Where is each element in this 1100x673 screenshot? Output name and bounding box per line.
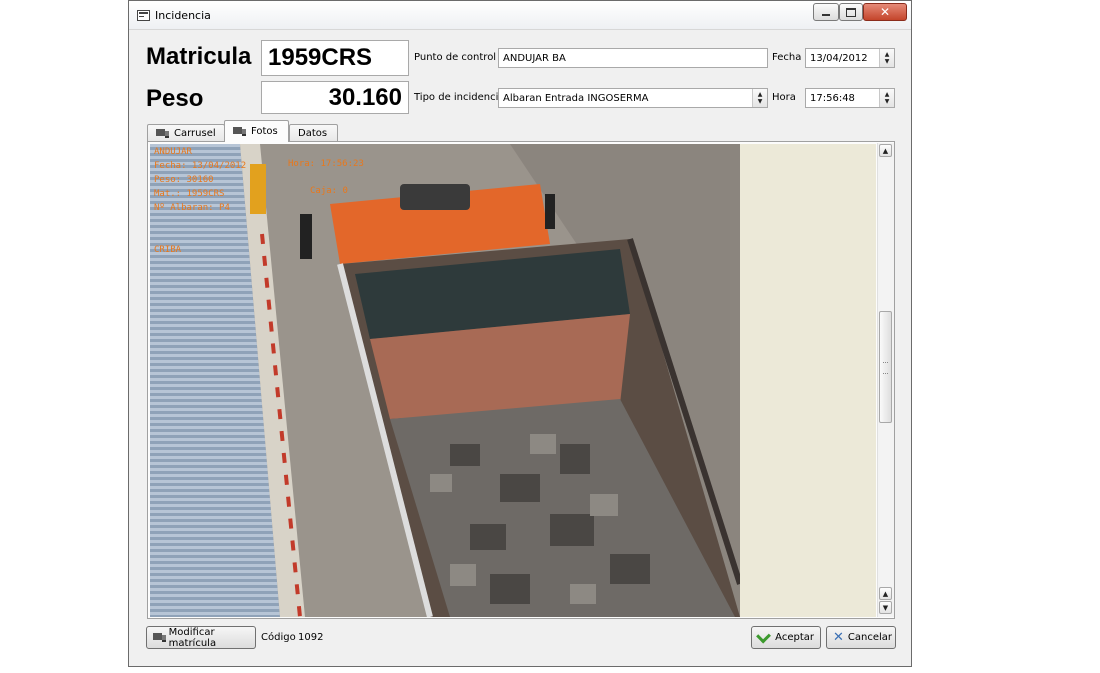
scroll-thumb[interactable] <box>879 311 892 423</box>
tipo-incidencia-value: Albaran Entrada INGOSERMA <box>503 92 649 104</box>
tab-carrusel[interactable]: Carrusel <box>147 124 225 142</box>
cancel-x-icon: ✕ <box>833 630 844 645</box>
tab-label: Fotos <box>251 126 278 137</box>
close-button[interactable]: ✕ <box>863 3 907 21</box>
truck-icon <box>153 632 166 643</box>
tipo-incidencia-label: Tipo de incidencia <box>414 92 505 103</box>
aceptar-label: Aceptar <box>775 632 814 643</box>
scroll-up-arrow-icon[interactable]: ▲ <box>879 587 892 600</box>
check-icon <box>756 628 772 643</box>
modificar-matricula-label: Modificar matrícula <box>168 626 217 649</box>
spinner-arrows-icon[interactable]: ▲ ▼ <box>879 89 894 107</box>
spinner-arrows-icon[interactable]: ▲ ▼ <box>879 49 894 67</box>
matricula-input[interactable]: 1959CRS <box>261 40 409 76</box>
hora-input[interactable]: 17:56:48 ▲ ▼ <box>805 88 895 108</box>
hora-value: 17:56:48 <box>810 92 855 104</box>
minimize-icon <box>822 14 830 16</box>
tab-label: Carrusel <box>174 128 216 139</box>
grip-icon <box>883 362 888 374</box>
close-icon: ✕ <box>879 5 891 19</box>
punto-control-input[interactable]: ANDUJAR BA <box>498 48 768 68</box>
cancelar-button[interactable]: ✕ Cancelar <box>826 626 896 649</box>
scroll-down-arrow-icon[interactable]: ▼ <box>879 601 892 614</box>
photo-overlay-hora: Hora: 17:56:23 <box>288 159 364 169</box>
vertical-scrollbar[interactable]: ▲ ▲ ▼ <box>877 143 894 617</box>
fecha-input[interactable]: 13/04/2012 ▲ ▼ <box>805 48 895 68</box>
peso-input[interactable]: 30.160 <box>261 81 409 114</box>
hora-label: Hora <box>772 92 796 103</box>
photo-overlay-caja: Caja: 0 <box>310 186 348 196</box>
tab-fotos[interactable]: Fotos <box>224 120 289 142</box>
punto-control-label: Punto de control <box>414 52 497 63</box>
truck-icon <box>156 128 170 139</box>
app-form-icon <box>137 10 150 21</box>
tipo-incidencia-select[interactable]: Albaran Entrada INGOSERMA ▲ ▼ <box>498 88 768 108</box>
fotos-panel: ANDUJAR Fecha: 13/04/2012 Peso: 30160 Ma… <box>147 141 895 619</box>
window-title: Incidencia <box>155 9 211 22</box>
codigo-label: Código <box>261 632 296 643</box>
tab-datos[interactable]: Datos <box>289 124 338 142</box>
photo-overlay-text: ANDUJAR Fecha: 13/04/2012 Peso: 30160 Ma… <box>154 147 247 255</box>
modificar-matricula-button[interactable]: Modificar matrícula <box>146 626 256 649</box>
photo-side-area <box>740 144 876 617</box>
spinner-arrows-icon[interactable]: ▲ ▼ <box>752 89 767 107</box>
scroll-up-arrow-icon[interactable]: ▲ <box>879 144 892 157</box>
matricula-label: Matricula <box>146 43 252 70</box>
truck-photo: ANDUJAR Fecha: 13/04/2012 Peso: 30160 Ma… <box>150 144 740 617</box>
incidencia-window: Incidencia ✕ Matricula 1959CRS Peso 30.1… <box>128 0 912 667</box>
tab-label: Datos <box>298 128 328 139</box>
maximize-button[interactable] <box>839 3 863 21</box>
title-bar[interactable]: Incidencia ✕ <box>129 1 911 30</box>
aceptar-button[interactable]: Aceptar <box>751 626 821 649</box>
minimize-button[interactable] <box>813 3 839 21</box>
cancelar-label: Cancelar <box>847 632 893 643</box>
fecha-label: Fecha <box>772 52 802 63</box>
peso-label: Peso <box>146 85 204 112</box>
codigo-value: 1092 <box>298 632 324 643</box>
maximize-icon <box>846 7 856 17</box>
truck-icon <box>233 126 247 137</box>
fecha-value: 13/04/2012 <box>810 52 868 64</box>
